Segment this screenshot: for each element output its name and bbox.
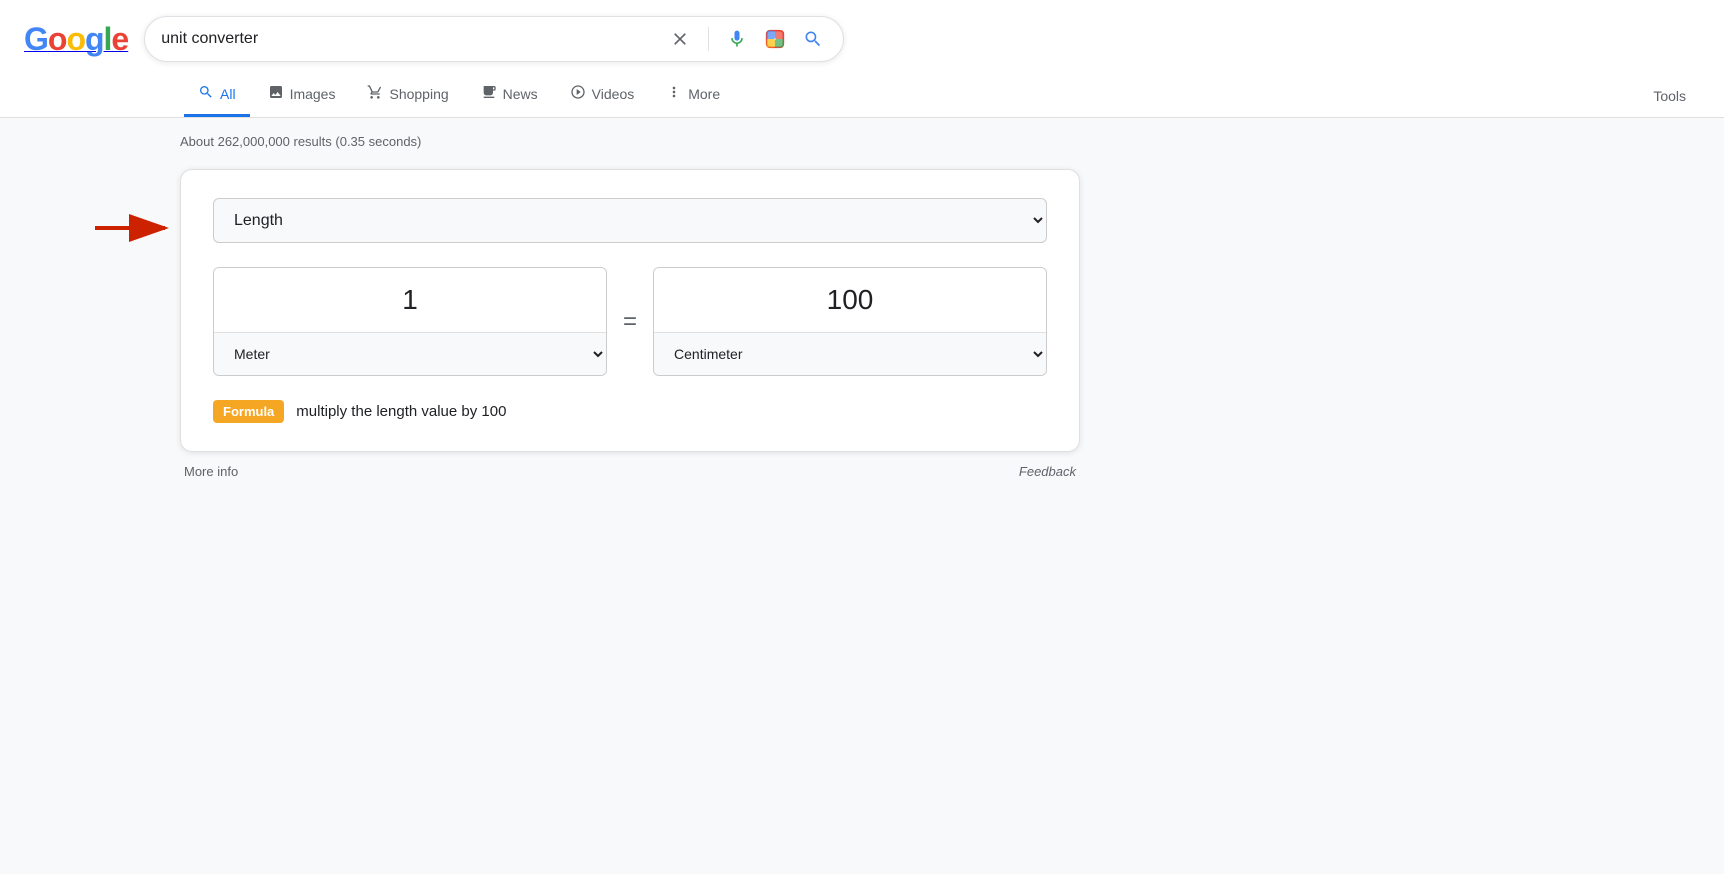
tab-videos-label: Videos xyxy=(592,86,635,102)
tab-shopping[interactable]: Shopping xyxy=(353,74,462,117)
converter-row: Meter Kilometer Centimeter Millimeter Mi… xyxy=(213,267,1047,376)
search-divider xyxy=(708,27,709,51)
more-icon xyxy=(666,84,682,104)
tab-shopping-label: Shopping xyxy=(389,86,448,102)
google-logo-link[interactable]: Google xyxy=(24,21,128,58)
all-icon xyxy=(198,84,214,104)
lens-button[interactable] xyxy=(761,25,789,53)
shopping-icon xyxy=(367,84,383,104)
equals-sign: = xyxy=(623,308,637,336)
formula-row: Formula multiply the length value by 100 xyxy=(213,400,1047,423)
from-field: Meter Kilometer Centimeter Millimeter Mi… xyxy=(213,267,607,376)
search-icons xyxy=(666,25,827,53)
converter-wrapper: Length Weight Temperature Volume Area Sp… xyxy=(180,169,1700,452)
close-icon xyxy=(670,29,690,49)
tab-news[interactable]: News xyxy=(467,74,552,117)
more-info-link[interactable]: More info xyxy=(184,464,238,479)
feedback-link[interactable]: Feedback xyxy=(1019,464,1076,479)
header: Google unit converter xyxy=(0,0,1724,118)
header-top: Google unit converter xyxy=(24,16,1700,62)
footer-links: More info Feedback xyxy=(180,464,1080,479)
nav-tabs: All Images Shopping News Videos xyxy=(24,74,1700,117)
to-unit-selector[interactable]: Centimeter Meter Kilometer Millimeter Mi… xyxy=(654,333,1046,375)
tab-all-label: All xyxy=(220,86,236,102)
news-icon xyxy=(481,84,497,104)
from-value-input[interactable] xyxy=(214,268,606,333)
tab-all[interactable]: All xyxy=(184,74,250,117)
type-selector[interactable]: Length Weight Temperature Volume Area Sp… xyxy=(213,198,1047,243)
search-icon xyxy=(803,29,823,49)
images-icon xyxy=(268,84,284,104)
tab-videos[interactable]: Videos xyxy=(556,74,649,117)
lens-icon xyxy=(765,29,785,49)
videos-icon xyxy=(570,84,586,104)
results-count: About 262,000,000 results (0.35 seconds) xyxy=(180,134,1700,149)
search-input[interactable]: unit converter xyxy=(161,30,666,48)
search-bar: unit converter xyxy=(144,16,844,62)
arrow-annotation xyxy=(90,213,180,243)
from-unit-selector[interactable]: Meter Kilometer Centimeter Millimeter Mi… xyxy=(214,333,606,375)
to-field: Centimeter Meter Kilometer Millimeter Mi… xyxy=(653,267,1047,376)
tools-tab[interactable]: Tools xyxy=(1639,78,1700,114)
formula-text: multiply the length value by 100 xyxy=(296,403,506,420)
search-button[interactable] xyxy=(799,25,827,53)
microphone-icon xyxy=(727,29,747,49)
formula-badge: Formula xyxy=(213,400,284,423)
tab-more[interactable]: More xyxy=(652,74,734,117)
microphone-button[interactable] xyxy=(723,25,751,53)
tab-news-label: News xyxy=(503,86,538,102)
clear-button[interactable] xyxy=(666,25,694,53)
main-content: About 262,000,000 results (0.35 seconds)… xyxy=(0,118,1724,503)
tab-more-label: More xyxy=(688,86,720,102)
converter-card: Length Weight Temperature Volume Area Sp… xyxy=(180,169,1080,452)
arrow-icon xyxy=(90,213,180,243)
google-logo: Google xyxy=(24,21,128,57)
to-value-input[interactable] xyxy=(654,268,1046,333)
tab-images-label: Images xyxy=(290,86,336,102)
tab-images[interactable]: Images xyxy=(254,74,350,117)
